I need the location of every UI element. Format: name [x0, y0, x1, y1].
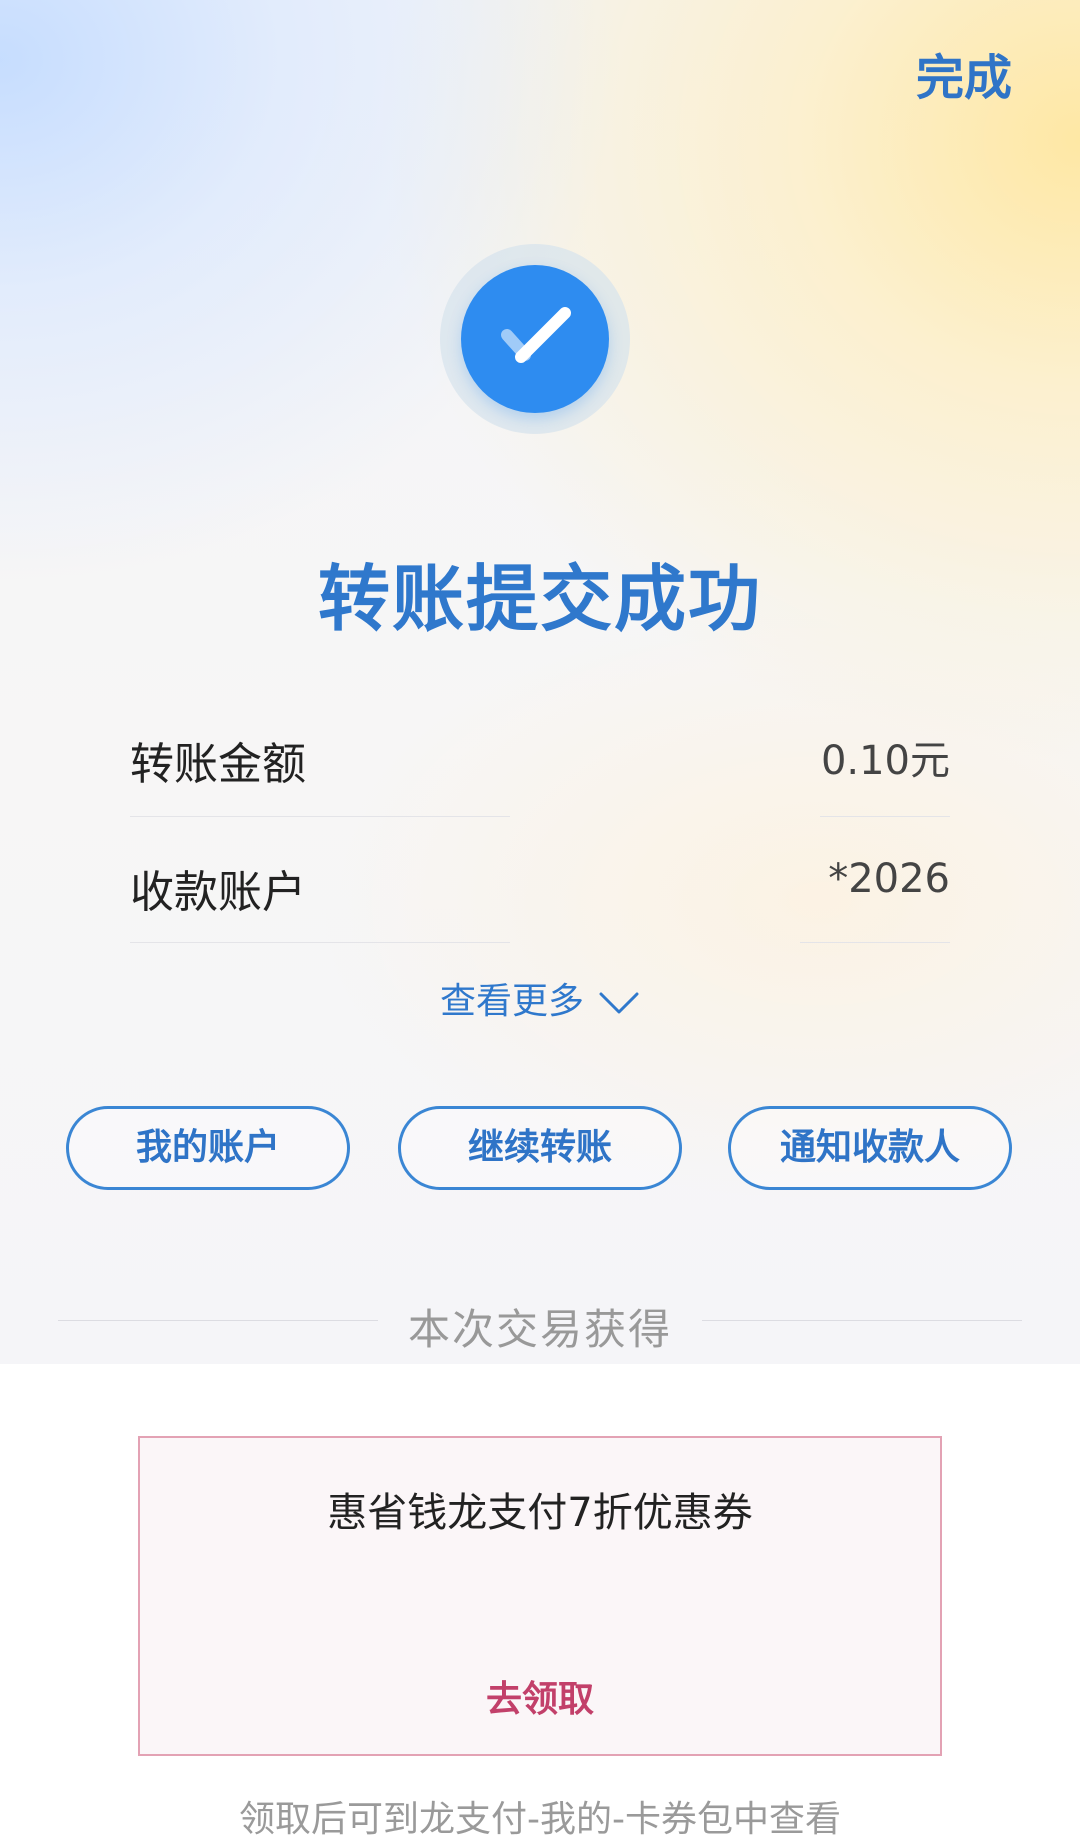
account-value: *2026	[828, 856, 950, 902]
divider	[820, 816, 950, 817]
chevron-down-icon	[599, 992, 639, 1014]
coupon-card: 惠省钱龙支付7折优惠券 去领取	[138, 1436, 942, 1756]
divider	[130, 942, 510, 943]
continue-transfer-button[interactable]: 继续转账	[398, 1106, 682, 1190]
divider	[800, 942, 950, 943]
coupon-footnote: 领取后可到龙支付-我的-卡券包中查看	[239, 1799, 841, 1840]
divider	[130, 816, 510, 817]
view-more-label: 查看更多	[439, 981, 584, 1022]
check-circle-icon	[461, 265, 609, 413]
my-account-button[interactable]: 我的账户	[66, 1106, 350, 1190]
claim-coupon-button[interactable]: 去领取	[140, 1670, 940, 1722]
coupon-title: 惠省钱龙支付7折优惠券	[327, 1490, 753, 1536]
view-more-link[interactable]: 查看更多	[0, 972, 1080, 1024]
amount-label: 转账金额	[130, 739, 306, 790]
detail-row-account: 收款账户 *2026	[130, 856, 950, 918]
rewards-section-title: 本次交易获得	[407, 1305, 672, 1354]
done-button[interactable]: 完成	[916, 38, 1012, 108]
amount-value: 0.10元	[820, 738, 950, 784]
account-label: 收款账户	[130, 867, 306, 918]
success-title: 转账提交成功	[317, 557, 762, 641]
detail-row-amount: 转账金额 0.10元	[130, 728, 950, 790]
notify-payee-button[interactable]: 通知收款人	[728, 1106, 1012, 1190]
